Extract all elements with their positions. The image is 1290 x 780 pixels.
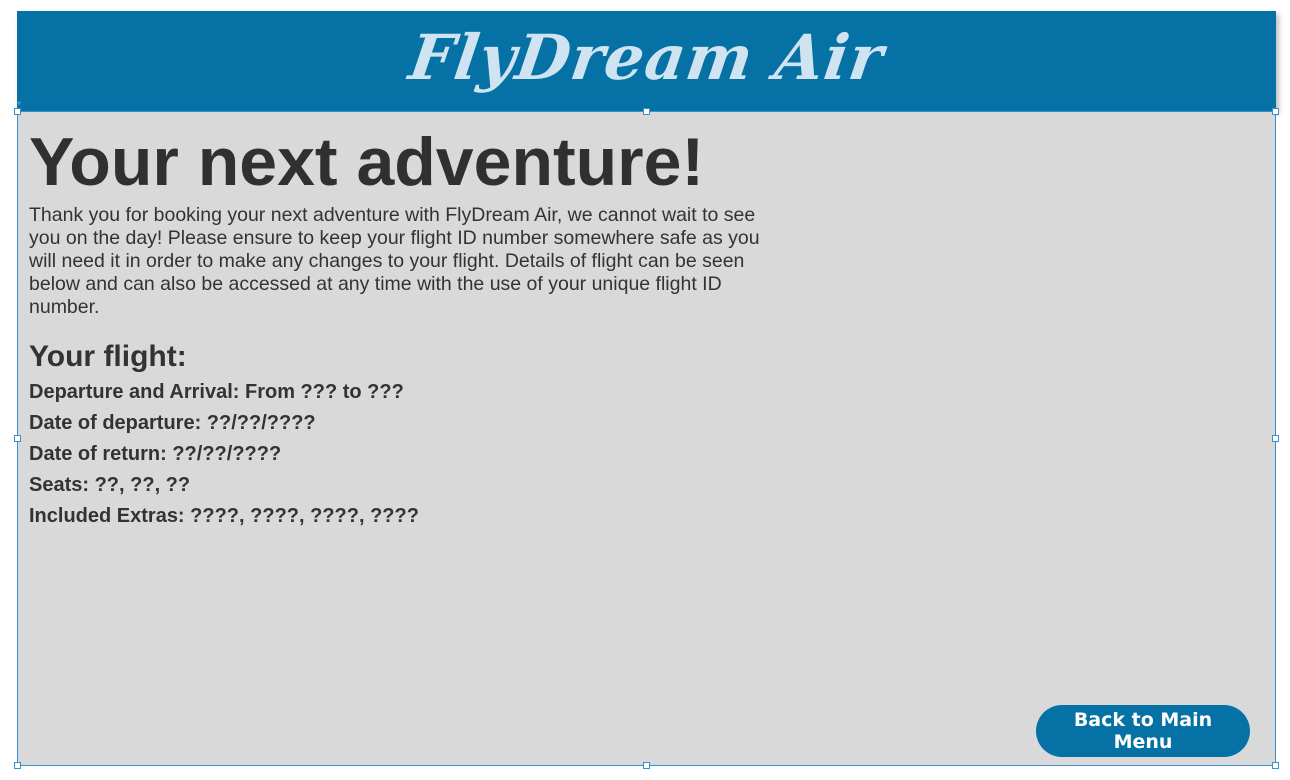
detail-included-extras: Included Extras: ????, ????, ????, ????: [29, 505, 419, 527]
resize-handle-left[interactable]: [14, 435, 21, 442]
detail-seats: Seats: ??, ??, ??: [29, 474, 191, 496]
resize-handle-right[interactable]: [1272, 435, 1279, 442]
detail-date-return: Date of return: ??/??/????: [29, 443, 282, 465]
brand-logo: FlyDream Air: [404, 20, 889, 94]
detail-departure-arrival: Departure and Arrival: From ??? to ???: [29, 381, 404, 403]
booking-content: Your next adventure! Thank you for booki…: [29, 124, 769, 532]
resize-handle-top-left[interactable]: [14, 108, 21, 115]
content-panel[interactable]: ▼ Your next adventure! Thank you for boo…: [14, 99, 1279, 769]
back-to-main-menu-button[interactable]: Back to Main Menu: [1036, 705, 1250, 757]
resize-handle-top-right[interactable]: [1272, 108, 1279, 115]
page-title: Your next adventure!: [29, 124, 705, 200]
intro-paragraph: Thank you for booking your next adventur…: [29, 204, 760, 318]
resize-handle-bottom-right[interactable]: [1272, 762, 1279, 769]
detail-date-departure: Date of departure: ??/??/????: [29, 412, 316, 434]
flight-section-title: Your flight:: [29, 340, 187, 373]
resize-handle-bottom-left[interactable]: [14, 762, 21, 769]
page: FlyDream Air ▼ Your next adventure! Than…: [0, 0, 1290, 780]
resize-handle-top[interactable]: [643, 108, 650, 115]
resize-handle-bottom[interactable]: [643, 762, 650, 769]
header-banner: FlyDream Air: [17, 11, 1276, 111]
anchor-icon: ▼: [15, 99, 23, 108]
